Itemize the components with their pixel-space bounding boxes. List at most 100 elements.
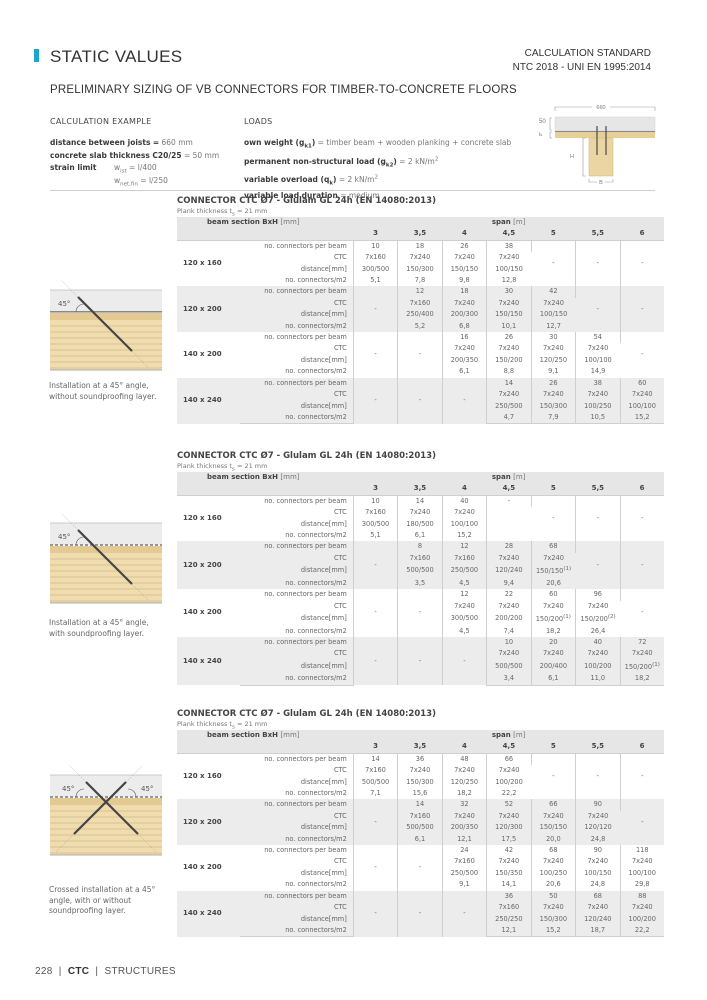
table-cell: 7x160 (397, 552, 443, 565)
row-label: distance[mm] (239, 822, 354, 834)
table-cell: 7x240 (620, 902, 664, 914)
table-cell: 100/250 (531, 867, 577, 880)
table-cell: 8,8 (486, 366, 532, 378)
table-cell: 20,0 (531, 833, 577, 846)
plank-label: Plank thickness t (177, 207, 232, 215)
table-cell: 7x240 (587, 344, 609, 353)
table-cell: 10 (486, 637, 532, 649)
diagram-slab-label: 50 (539, 119, 546, 125)
table-cell: 7x240 (531, 552, 576, 565)
table-cell: 150/300 (531, 400, 577, 412)
calc-standard-label: CALCULATION STANDARD (524, 48, 651, 59)
table-cell: 7x240 (397, 252, 443, 264)
own-weight-label: own weight (244, 138, 293, 147)
connector-table: beam section BxH [mm] span [m] 3 3,5 4 4,5 5 5,… (177, 472, 664, 686)
table-cell: 10,1 (486, 320, 532, 333)
table-cell: 250/500 (486, 400, 532, 412)
table-cell: 4,5 (442, 577, 488, 590)
table-cell: 38 (575, 377, 621, 390)
table-cell: - (575, 495, 621, 542)
table-cell: 7x240 (575, 902, 621, 914)
table-cell: - (531, 495, 577, 542)
variable-overload-label: variable overload (244, 175, 318, 184)
span-value: 5,5 (575, 741, 621, 754)
row-label: no. connectors/m2 (239, 275, 354, 287)
row-label: no. connectors/m2 (239, 411, 354, 425)
table-cell: 8 (397, 541, 443, 553)
span-value: 3,5 (397, 483, 443, 496)
span-value: 6 (620, 741, 664, 754)
table-row: 120 x 200 no. connectors per beam -12 18 30 4… (177, 286, 664, 333)
row-label: distance[mm] (239, 776, 354, 789)
table-cell: 100/100 (628, 868, 656, 877)
table-cell: 150/350 (486, 867, 532, 880)
table-cell: - (442, 377, 488, 424)
table-cell: 14 (397, 495, 443, 508)
table-cell: 150/150(1) (531, 564, 576, 578)
table-cell: 29,8 (634, 880, 650, 889)
table-cell: 250/500 (442, 564, 488, 578)
table-cell: 52 (486, 799, 532, 811)
table-cell: 150/300 (531, 913, 577, 925)
table-cell: 12 (397, 286, 443, 298)
table-cell: 7x240 (531, 343, 577, 355)
table-cell: 200/300 (442, 309, 488, 321)
diagram-h-label: H (570, 154, 574, 160)
table-cell: 17,5 (486, 833, 532, 846)
installation-illustration: 45° (48, 274, 166, 379)
footer: 228 | CTC | STRUCTURES (35, 966, 176, 977)
table-cell: 7,4 (486, 625, 532, 638)
table-cell: - (353, 890, 399, 937)
permanent-load-value: 2 kN/m (407, 156, 435, 166)
table-cell: 12,8 (501, 276, 517, 285)
table-cell: 24 (442, 845, 488, 857)
table-cell: 22 (486, 589, 532, 601)
span-value: 5 (531, 741, 576, 754)
table-cell: 26 (531, 377, 577, 390)
table-cell: 7,1 (353, 788, 399, 800)
table-cell: 7x240 (620, 648, 664, 660)
loads-list: own weight (gk1) = timber beam + wooden … (244, 138, 512, 200)
table-cell: 7x160 (397, 297, 443, 310)
table-cell: 9,8 (442, 275, 488, 287)
table-cell: 26,4 (590, 626, 606, 635)
svg-text:45°: 45° (62, 785, 74, 793)
table-cell: 15,2 (442, 530, 488, 542)
table-cell: - (353, 332, 399, 378)
slab-label: concrete slab thickness C20/25 (50, 150, 182, 160)
beam-section: 120 x 160 (183, 258, 222, 267)
table-cell: - (353, 377, 399, 424)
table-cell: 5,1 (353, 275, 399, 287)
table-cell: 7x240 (486, 810, 532, 823)
table-cell: 6,1 (442, 366, 488, 378)
table-cell: 7x240 (531, 902, 577, 914)
table-cell: 200/400 (531, 659, 577, 674)
span-value: 5,5 (575, 483, 621, 496)
table-cell: 120/300 (486, 822, 532, 834)
span-value: 4 (442, 483, 487, 496)
table-cell: - (641, 350, 644, 359)
table-cell: - (641, 771, 644, 780)
table-cell: 180/500 (397, 518, 443, 531)
table-cell: 5,2 (397, 320, 443, 333)
table-cell: 300/500 (353, 518, 399, 531)
table-cell: 22,2 (501, 789, 517, 798)
footer-section: STRUCTURES (104, 966, 176, 977)
table-cell: 7x240 (531, 810, 577, 823)
table-cell: 42 (531, 286, 577, 298)
footer-product: CTC (67, 966, 90, 977)
table-cell (487, 507, 531, 518)
table-cell: 150/200(1) (620, 659, 664, 674)
table-cell: 250/400 (397, 309, 443, 321)
span-value: 4 (442, 228, 487, 241)
span-value: 6 (620, 228, 664, 241)
row-label: no. connectors/m2 (239, 833, 354, 846)
table-cell: 150/150 (442, 263, 488, 276)
row-label: no. connectors per beam (239, 589, 354, 601)
span-value: 5 (531, 483, 576, 496)
table-cell: - (397, 637, 443, 686)
loads-heading: LOADS (244, 117, 273, 126)
table-cell: - (353, 541, 399, 590)
row-label: no. connectors per beam (239, 799, 354, 811)
svg-text:45°: 45° (58, 300, 70, 308)
